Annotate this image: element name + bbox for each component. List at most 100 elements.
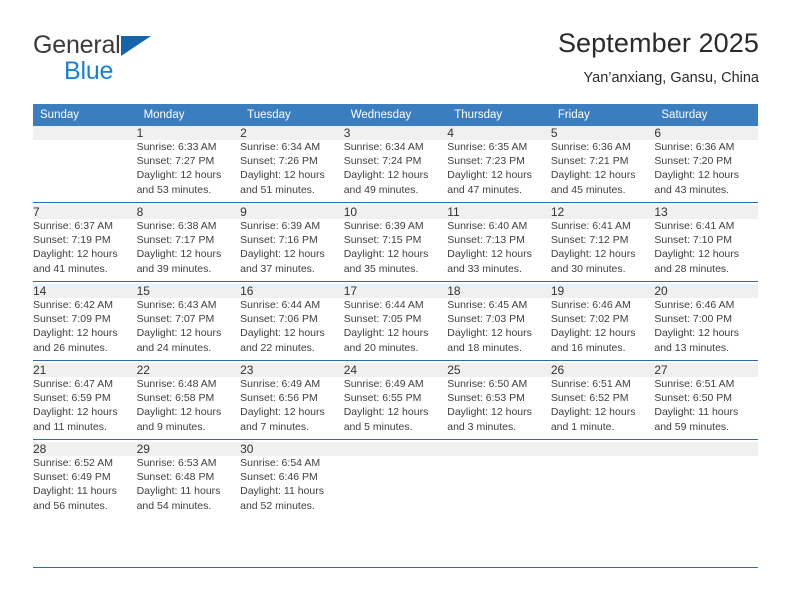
daylight-line: Daylight: 11 hours bbox=[240, 485, 324, 498]
day-number-empty bbox=[343, 442, 448, 456]
daylight-line: Daylight: 12 hours bbox=[240, 248, 325, 261]
day-number[interactable]: 14 bbox=[33, 284, 137, 298]
sunset-line: Sunset: 7:20 PM bbox=[654, 155, 733, 168]
sunset-line: Sunset: 7:10 PM bbox=[654, 234, 733, 247]
day-cell-details[interactable]: Sunrise: 6:46 AM Sunset: 7:00 PM Daylight:… bbox=[654, 298, 758, 361]
brand-line-top: General bbox=[33, 32, 293, 59]
day-cell-details[interactable]: Sunrise: 6:51 AM Sunset: 6:50 PM Daylight:… bbox=[654, 377, 758, 440]
day-cell-details[interactable]: Sunrise: 6:51 AM Sunset: 6:52 PM Daylight:… bbox=[550, 377, 655, 440]
sunrise-line: Sunrise: 6:40 AM bbox=[447, 220, 528, 232]
day-cell-details[interactable]: Sunrise: 6:44 AM Sunset: 7:05 PM Daylight:… bbox=[343, 298, 448, 361]
sunset-line: Sunset: 6:49 PM bbox=[33, 471, 111, 484]
day-cell-details[interactable]: Sunrise: 6:35 AM Sunset: 7:23 PM Daylight:… bbox=[447, 140, 551, 203]
day-number[interactable]: 23 bbox=[240, 363, 344, 377]
day-number[interactable]: 5 bbox=[550, 126, 655, 140]
day-number[interactable]: 11 bbox=[447, 205, 551, 219]
weekday-header-thursday: Thursday bbox=[447, 104, 551, 126]
day-cell-details[interactable]: Sunrise: 6:47 AM Sunset: 6:59 PM Daylight:… bbox=[33, 377, 137, 440]
day-number[interactable]: 1 bbox=[136, 126, 241, 140]
sunrise-line: Sunrise: 6:46 AM bbox=[550, 299, 631, 311]
day-number[interactable]: 17 bbox=[343, 284, 448, 298]
day-cell-details[interactable]: Sunrise: 6:43 AM Sunset: 7:07 PM Daylight:… bbox=[136, 298, 241, 361]
day-cell-details[interactable]: Sunrise: 6:34 AM Sunset: 7:24 PM Daylight:… bbox=[343, 140, 448, 203]
day-number[interactable]: 28 bbox=[33, 442, 137, 456]
day-number[interactable]: 18 bbox=[447, 284, 551, 298]
weekday-header-wednesday: Wednesday bbox=[343, 104, 448, 126]
day-cell-details[interactable]: Sunrise: 6:41 AM Sunset: 7:10 PM Daylight:… bbox=[654, 219, 758, 282]
day-number[interactable]: 29 bbox=[136, 442, 241, 456]
day-cell-details[interactable]: Sunrise: 6:44 AM Sunset: 7:06 PM Daylight:… bbox=[240, 298, 344, 361]
daylight-line: Daylight: 12 hours bbox=[136, 327, 222, 340]
day-cell-details[interactable]: Sunrise: 6:37 AM Sunset: 7:19 PM Daylight:… bbox=[33, 219, 137, 282]
daylight-line-cont: and 26 minutes. bbox=[33, 341, 108, 354]
day-cell-details[interactable]: Sunrise: 6:49 AM Sunset: 6:56 PM Daylight:… bbox=[240, 377, 344, 440]
daylight-line: Daylight: 12 hours bbox=[550, 327, 636, 340]
day-number[interactable]: 19 bbox=[550, 284, 655, 298]
brand-logo[interactable]: General Blue bbox=[33, 32, 293, 94]
day-number[interactable]: 25 bbox=[447, 363, 551, 377]
sunrise-line: Sunrise: 6:45 AM bbox=[447, 299, 528, 311]
day-number[interactable]: 21 bbox=[33, 363, 137, 377]
daylight-line-cont: and 39 minutes. bbox=[136, 262, 212, 275]
sunset-line: Sunset: 7:15 PM bbox=[343, 234, 422, 247]
sunset-line: Sunset: 6:50 PM bbox=[654, 392, 733, 405]
day-cell-details[interactable]: Sunrise: 6:46 AM Sunset: 7:02 PM Daylight:… bbox=[550, 298, 655, 361]
day-cell-details[interactable]: Sunrise: 6:54 AM Sunset: 6:46 PM Daylight:… bbox=[240, 456, 344, 518]
day-number[interactable]: 30 bbox=[240, 442, 344, 456]
day-number[interactable]: 8 bbox=[136, 205, 241, 219]
day-cell-details[interactable]: Sunrise: 6:36 AM Sunset: 7:20 PM Daylight:… bbox=[654, 140, 758, 203]
day-cell-details[interactable]: Sunrise: 6:49 AM Sunset: 6:55 PM Daylight:… bbox=[343, 377, 448, 440]
day-number[interactable]: 16 bbox=[240, 284, 344, 298]
day-cell-details[interactable]: Sunrise: 6:45 AM Sunset: 7:03 PM Daylight:… bbox=[447, 298, 551, 361]
day-number[interactable]: 10 bbox=[343, 205, 448, 219]
daylight-line: Daylight: 11 hours bbox=[654, 406, 739, 419]
sunrise-line: Sunrise: 6:54 AM bbox=[240, 457, 321, 469]
week-detail-row: Sunrise: 6:33 AM Sunset: 7:27 PM Daylight:… bbox=[33, 140, 758, 203]
day-cell-details[interactable]: Sunrise: 6:48 AM Sunset: 6:58 PM Daylight:… bbox=[136, 377, 241, 440]
daylight-line: Daylight: 12 hours bbox=[550, 248, 636, 261]
day-cell-details[interactable]: Sunrise: 6:40 AM Sunset: 7:13 PM Daylight:… bbox=[447, 219, 551, 282]
sunset-line: Sunset: 6:53 PM bbox=[447, 392, 525, 405]
day-cell-details[interactable]: Sunrise: 6:53 AM Sunset: 6:48 PM Daylight:… bbox=[136, 456, 241, 518]
day-number[interactable]: 2 bbox=[240, 126, 344, 140]
day-cell-details[interactable]: Sunrise: 6:41 AM Sunset: 7:12 PM Daylight:… bbox=[550, 219, 655, 282]
day-number[interactable]: 15 bbox=[136, 284, 241, 298]
day-number[interactable]: 9 bbox=[240, 205, 344, 219]
daylight-line: Daylight: 12 hours bbox=[33, 248, 118, 261]
daylight-line-cont: and 16 minutes. bbox=[550, 341, 626, 354]
sunset-line: Sunset: 6:46 PM bbox=[240, 471, 318, 484]
day-cell-empty bbox=[33, 140, 137, 203]
sunset-line: Sunset: 7:21 PM bbox=[550, 155, 629, 168]
daylight-line: Daylight: 11 hours bbox=[33, 485, 117, 498]
day-number[interactable]: 6 bbox=[654, 126, 758, 140]
triangle-icon bbox=[120, 36, 151, 56]
day-cell-details[interactable]: Sunrise: 6:34 AM Sunset: 7:26 PM Daylight:… bbox=[240, 140, 344, 203]
calendar-page: General Blue September 2025 Yan’anxiang,… bbox=[0, 0, 792, 612]
daylight-line: Daylight: 12 hours bbox=[240, 406, 325, 419]
daylight-line: Daylight: 12 hours bbox=[654, 169, 740, 182]
day-number[interactable]: 7 bbox=[33, 205, 137, 219]
day-cell-empty bbox=[550, 456, 655, 518]
daylight-line-cont: and 3 minutes. bbox=[447, 420, 517, 433]
day-cell-details[interactable]: Sunrise: 6:36 AM Sunset: 7:21 PM Daylight:… bbox=[550, 140, 655, 203]
daylight-line: Daylight: 12 hours bbox=[240, 327, 325, 340]
day-number[interactable]: 4 bbox=[447, 126, 551, 140]
day-cell-details[interactable]: Sunrise: 6:39 AM Sunset: 7:16 PM Daylight:… bbox=[240, 219, 344, 282]
day-cell-details[interactable]: Sunrise: 6:52 AM Sunset: 6:49 PM Daylight:… bbox=[33, 456, 137, 518]
day-number[interactable]: 26 bbox=[550, 363, 655, 377]
daylight-line: Daylight: 12 hours bbox=[33, 327, 118, 340]
day-cell-details[interactable]: Sunrise: 6:39 AM Sunset: 7:15 PM Daylight:… bbox=[343, 219, 448, 282]
day-number[interactable]: 13 bbox=[654, 205, 758, 219]
day-number[interactable]: 22 bbox=[136, 363, 241, 377]
day-cell-details[interactable]: Sunrise: 6:42 AM Sunset: 7:09 PM Daylight:… bbox=[33, 298, 137, 361]
day-number[interactable]: 27 bbox=[654, 363, 758, 377]
day-cell-details[interactable]: Sunrise: 6:38 AM Sunset: 7:17 PM Daylight:… bbox=[136, 219, 241, 282]
day-cell-details[interactable]: Sunrise: 6:33 AM Sunset: 7:27 PM Daylight:… bbox=[136, 140, 241, 203]
day-number[interactable]: 20 bbox=[654, 284, 758, 298]
sunset-line: Sunset: 7:07 PM bbox=[136, 313, 215, 326]
day-number[interactable]: 12 bbox=[550, 205, 655, 219]
day-number[interactable]: 24 bbox=[343, 363, 448, 377]
day-cell-details[interactable]: Sunrise: 6:50 AM Sunset: 6:53 PM Daylight:… bbox=[447, 377, 551, 440]
day-number[interactable]: 3 bbox=[343, 126, 448, 140]
sunset-line: Sunset: 6:55 PM bbox=[343, 392, 422, 405]
